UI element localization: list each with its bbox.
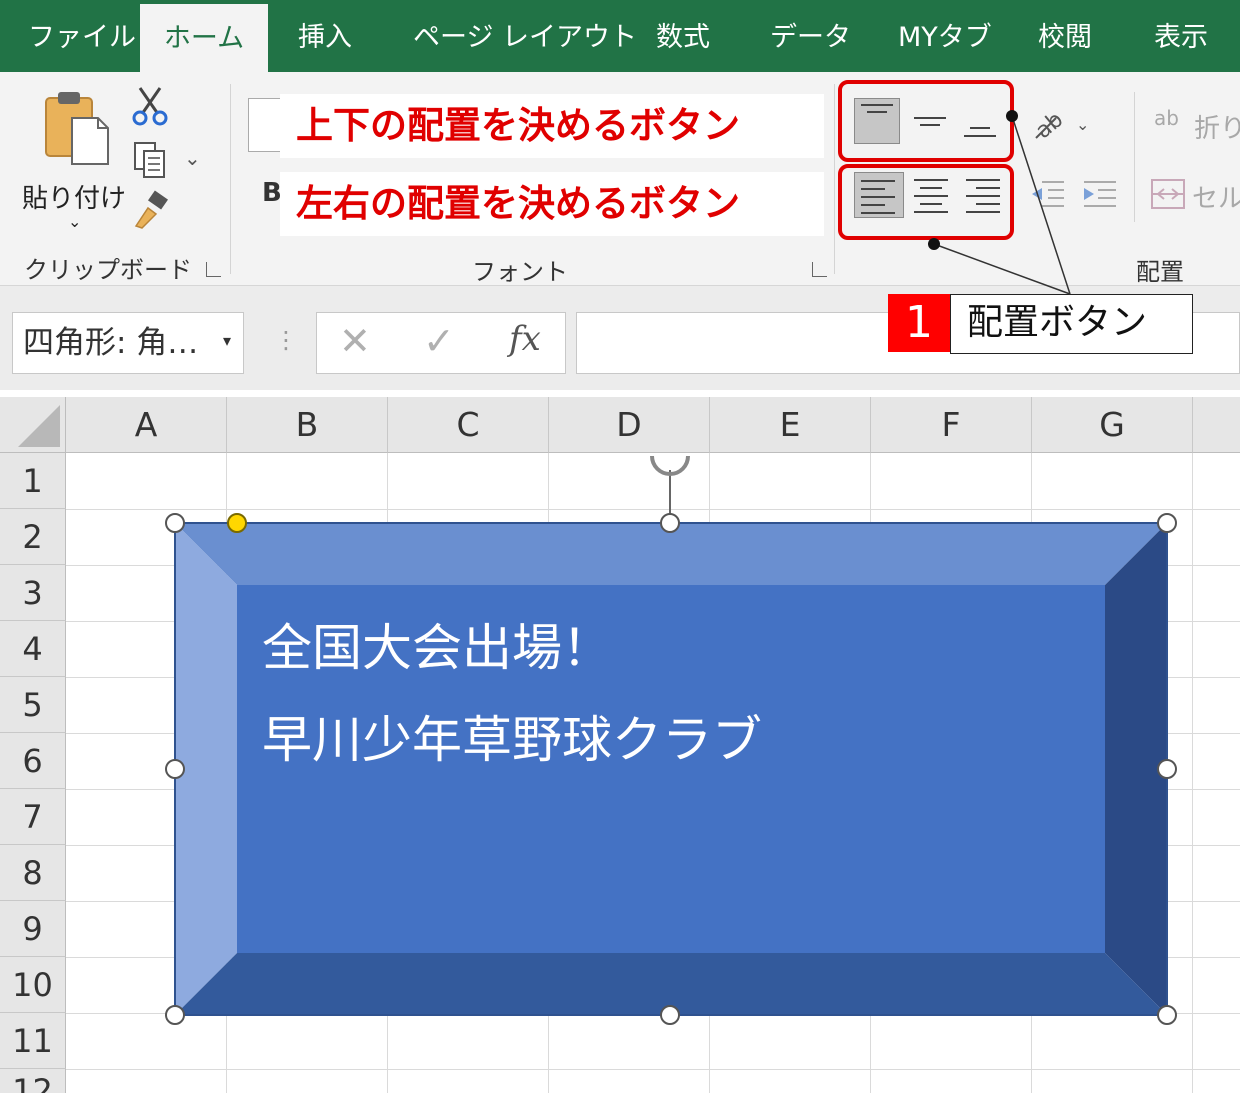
adjustment-handle[interactable] [227,513,247,533]
resize-handle-right[interactable] [1157,759,1177,779]
resize-handle-bottom-left[interactable] [165,1005,185,1025]
resize-handle-left[interactable] [165,759,185,779]
resize-handle-top-left[interactable] [165,513,185,533]
shape-text-line-2[interactable]: 早川少年草野球クラブ [262,700,762,772]
resize-handle-bottom-right[interactable] [1157,1005,1177,1025]
shape-text-line-1[interactable]: 全国大会出場！ [262,608,612,680]
resize-handle-top-right[interactable] [1157,513,1177,533]
bevel-shape[interactable] [0,0,1240,1093]
resize-handle-bottom[interactable] [660,1005,680,1025]
resize-handle-top[interactable] [660,513,680,533]
